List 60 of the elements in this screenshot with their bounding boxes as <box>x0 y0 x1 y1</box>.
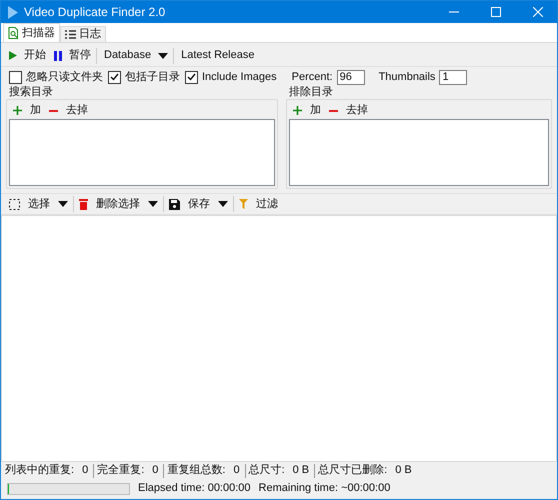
minus-icon <box>49 110 58 112</box>
group-title: 排除目录 <box>288 86 334 99</box>
thumbnails-field[interactable]: 1 <box>439 70 468 84</box>
folder-action-button[interactable]: 加 <box>13 102 41 119</box>
plus-icon <box>13 106 22 115</box>
status-value: 0 <box>233 463 240 478</box>
selection-icon <box>9 198 20 210</box>
folder-action-button[interactable]: 加 <box>293 102 321 119</box>
folder-action-button[interactable]: 去掉 <box>329 102 368 119</box>
percent-label: Percent: <box>292 70 333 85</box>
save-icon <box>169 198 180 210</box>
pause-icon <box>54 50 62 60</box>
trash-icon <box>79 198 88 210</box>
toolbar-button[interactable]: 暂停 <box>51 46 94 66</box>
plus-icon <box>293 106 302 115</box>
toolbar-button[interactable]: 开始 <box>6 46 49 66</box>
toolbar-button[interactable]: 保存 <box>167 194 230 214</box>
status-value: 0 <box>82 463 88 478</box>
remaining-time: Remaining time: ~00:00:00 <box>258 481 390 496</box>
status-label: 总尺寸: <box>248 463 285 478</box>
close-icon[interactable] <box>533 7 543 17</box>
list-icon <box>65 30 76 39</box>
filter-icon <box>239 199 248 209</box>
document-search-icon <box>8 27 19 39</box>
checkbox-label: 包括子目录 <box>125 70 180 85</box>
folder-list[interactable] <box>289 119 549 186</box>
play-logo-icon <box>8 6 18 18</box>
folder-action-button[interactable]: 去掉 <box>49 102 88 119</box>
caret-icon <box>148 201 158 207</box>
checkbox[interactable] <box>185 70 198 84</box>
toolbar-button[interactable]: 选择 <box>7 194 70 214</box>
status-label: 重复组总数: <box>167 463 226 478</box>
checkbox-label: Include Images <box>202 70 277 85</box>
checkbox[interactable] <box>9 70 22 84</box>
folder-list[interactable] <box>9 119 275 186</box>
toolbar-button[interactable]: 过滤 <box>237 194 280 214</box>
window-title: Video Duplicate Finder 2.0 <box>24 4 166 21</box>
toolbar-button[interactable]: Latest Release <box>178 46 258 66</box>
tab[interactable]: 扫描器 <box>3 23 60 42</box>
checkbox-label: 忽略只读文件夹 <box>26 70 103 85</box>
play-icon <box>9 51 17 60</box>
tab[interactable]: 日志 <box>60 26 106 42</box>
maximize-icon[interactable] <box>491 7 501 17</box>
caret-icon <box>158 52 168 58</box>
toolbar-button[interactable]: 删除选择 <box>77 194 160 214</box>
status-label: 总尺寸已删除: <box>318 463 388 478</box>
thumbnails-label: Thumbnails <box>378 70 436 85</box>
minus-icon <box>329 110 338 112</box>
status-label: 列表中的重复: <box>5 463 74 478</box>
checkbox[interactable] <box>108 70 121 84</box>
toolbar-button[interactable]: Database <box>101 46 172 66</box>
group-title: 搜索目录 <box>8 86 54 99</box>
percent-field[interactable]: 96 <box>336 70 365 84</box>
elapsed-time: Elapsed time: 00:00:00 <box>138 481 251 496</box>
status-value: 0 <box>152 463 158 478</box>
caret-icon <box>58 201 68 207</box>
caret-icon <box>218 201 228 207</box>
status-value: 0 B <box>292 463 310 478</box>
status-value: 0 B <box>395 463 412 478</box>
status-label: 完全重复: <box>97 462 144 478</box>
